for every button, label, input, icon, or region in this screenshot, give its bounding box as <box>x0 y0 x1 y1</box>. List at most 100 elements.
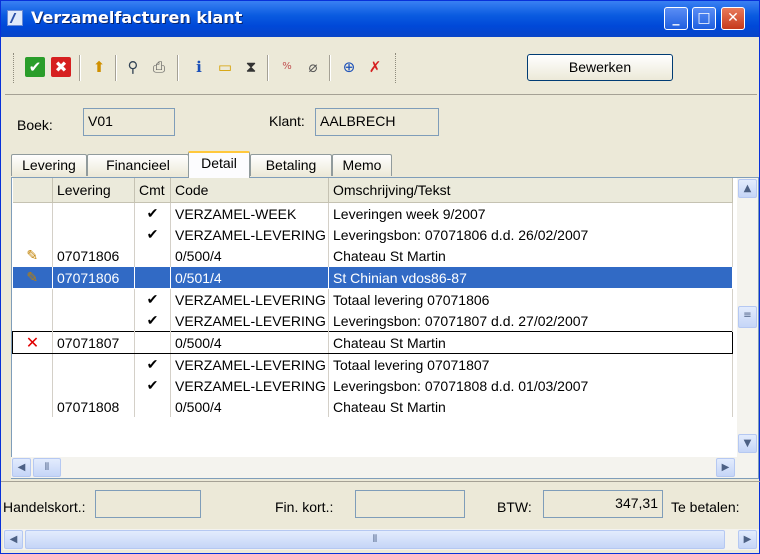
cmt-cell[interactable]: ✔ <box>134 310 171 332</box>
title-bar[interactable]: Verzamelfacturen klant _ □ ✕ <box>1 1 759 37</box>
omschrijving-cell[interactable]: Leveringsbon: 07071808 d.d. 01/03/2007 <box>328 375 733 396</box>
toolbar-separator <box>177 55 179 81</box>
table-row[interactable]: 07071808 0/500/4 Chateau St Martin <box>12 396 733 417</box>
code-cell[interactable]: 0/500/4 <box>170 245 329 267</box>
hscroll-thumb[interactable]: ⦀ <box>25 530 725 549</box>
levering-cell[interactable] <box>52 224 135 245</box>
cmt-cell[interactable]: ✔ <box>134 202 171 224</box>
col-code[interactable]: Code <box>170 178 329 203</box>
omschrijving-cell[interactable]: Chateau St Martin <box>328 245 733 267</box>
scroll-right-button[interactable]: ▶ <box>738 530 757 549</box>
cmt-cell[interactable]: ✔ <box>134 375 171 396</box>
levering-cell[interactable]: 07071808 <box>52 396 135 417</box>
export-icon[interactable]: ⬆ <box>89 57 109 77</box>
tab-memo[interactable]: Memo <box>332 154 392 176</box>
table-row[interactable]: ✎ 07071806 0/501/4 St Chinian vdos86-87 <box>12 266 733 289</box>
cancel-icon[interactable]: ✖ <box>51 57 71 77</box>
row-marker <box>12 202 53 224</box>
code-cell[interactable]: VERZAMEL-LEVERING <box>170 310 329 332</box>
code-cell[interactable]: 0/500/4 <box>170 396 329 417</box>
tab-financieel[interactable]: Financieel <box>87 154 189 176</box>
omschrijving-cell[interactable]: St Chinian vdos86-87 <box>328 266 733 289</box>
handelskort-field[interactable] <box>95 490 201 518</box>
levering-cell[interactable] <box>52 310 135 332</box>
hscroll-thumb[interactable]: ⦀ <box>33 458 61 477</box>
print-icon[interactable]: ⎙ <box>149 57 169 77</box>
delete-icon[interactable]: ✗ <box>365 57 385 77</box>
table-row[interactable]: ✔ VERZAMEL-LEVERING Totaal levering 070718… <box>12 353 733 375</box>
scroll-thumb[interactable]: ≡ <box>738 306 757 328</box>
code-cell[interactable]: 0/500/4 <box>170 331 329 354</box>
code-cell[interactable]: 0/501/4 <box>170 266 329 289</box>
tab-detail[interactable]: Detail <box>188 151 250 178</box>
minimize-button[interactable]: _ <box>664 7 688 30</box>
levering-cell[interactable] <box>52 202 135 224</box>
cmt-cell[interactable] <box>134 245 171 267</box>
table-row[interactable]: ✔ VERZAMEL-LEVERING Leveringsbon: 07071807… <box>12 310 733 332</box>
table-row[interactable]: ✎ 07071806 0/500/4 Chateau St Martin <box>12 245 733 267</box>
scroll-down-button[interactable]: ▼ <box>738 434 757 453</box>
code-cell[interactable]: VERZAMEL-LEVERING <box>170 288 329 310</box>
cmt-cell[interactable]: ✔ <box>134 353 171 375</box>
finkort-label: Fin. kort.: <box>275 499 334 515</box>
col-omschrijving[interactable]: Omschrijving/Tekst <box>328 178 733 203</box>
calculator-icon[interactable]: % <box>277 57 297 77</box>
window-horizontal-scrollbar[interactable]: ◀ ⦀ ▶ <box>3 529 759 550</box>
levering-cell[interactable]: 07071807 <box>52 331 135 354</box>
cmt-cell[interactable] <box>134 396 171 417</box>
table-row[interactable]: ✔ VERZAMEL-LEVERING Totaal levering 070718… <box>12 288 733 310</box>
folder-icon[interactable]: ▭ <box>215 57 235 77</box>
levering-cell[interactable]: 07071806 <box>52 266 135 289</box>
table-row[interactable]: ✔ VERZAMEL-LEVERING Leveringsbon: 07071806… <box>12 224 733 245</box>
omschrijving-cell[interactable]: Leveringsbon: 07071807 d.d. 27/02/2007 <box>328 310 733 332</box>
hourglass-icon[interactable]: ⧗ <box>241 57 261 77</box>
tab-betaling[interactable]: Betaling <box>250 154 332 176</box>
scroll-up-button[interactable]: ▲ <box>738 179 757 198</box>
info-icon[interactable]: ℹ <box>189 57 209 77</box>
boek-field[interactable]: V01 <box>83 108 175 136</box>
levering-cell[interactable] <box>52 375 135 396</box>
close-button[interactable]: ✕ <box>721 7 745 30</box>
levering-cell[interactable] <box>52 288 135 310</box>
vertical-scrollbar[interactable]: ▲ ≡ ▼ <box>737 178 758 478</box>
maximize-button[interactable]: □ <box>692 7 716 30</box>
table-row[interactable]: ✔ VERZAMEL-WEEK Leveringen week 9/2007 <box>12 202 733 224</box>
col-cmt[interactable]: Cmt <box>134 178 171 203</box>
toolbar-separator <box>79 55 81 81</box>
omschrijving-cell[interactable]: Totaal levering 07071807 <box>328 353 733 375</box>
levering-cell[interactable]: 07071806 <box>52 245 135 267</box>
klant-field[interactable]: AALBRECH <box>315 108 439 136</box>
row-marker <box>12 224 53 245</box>
search-icon[interactable]: ⚲ <box>123 57 143 77</box>
edit-button[interactable]: Bewerken <box>527 54 673 81</box>
omschrijving-cell[interactable]: Leveringen week 9/2007 <box>328 202 733 224</box>
scroll-left-button[interactable]: ◀ <box>4 530 23 549</box>
toolbar-grip[interactable] <box>13 53 17 83</box>
zoom-in-icon[interactable]: ⊕ <box>339 57 359 77</box>
code-cell[interactable]: VERZAMEL-WEEK <box>170 202 329 224</box>
cmt-cell[interactable]: ✔ <box>134 288 171 310</box>
btw-field[interactable]: 347,31 <box>543 490 663 518</box>
horizontal-scrollbar[interactable]: ◀ ⦀ ▶ <box>11 457 738 478</box>
col-levering[interactable]: Levering <box>52 178 135 203</box>
levering-cell[interactable] <box>52 353 135 375</box>
scroll-right-button[interactable]: ▶ <box>716 458 735 477</box>
omschrijving-cell[interactable]: Totaal levering 07071806 <box>328 288 733 310</box>
attach-icon[interactable]: ⌀ <box>303 57 323 77</box>
scroll-left-button[interactable]: ◀ <box>12 458 31 477</box>
code-cell[interactable]: VERZAMEL-LEVERING <box>170 353 329 375</box>
cmt-cell[interactable]: ✔ <box>134 224 171 245</box>
finkort-field[interactable] <box>355 490 465 518</box>
omschrijving-cell[interactable]: Chateau St Martin <box>328 331 733 354</box>
check-icon[interactable]: ✔ <box>25 57 45 77</box>
omschrijving-cell[interactable]: Chateau St Martin <box>328 396 733 417</box>
tab-levering[interactable]: Levering <box>11 154 87 176</box>
omschrijving-cell[interactable]: Leveringsbon: 07071806 d.d. 26/02/2007 <box>328 224 733 245</box>
toolbar-grip[interactable] <box>395 53 399 83</box>
cmt-cell[interactable] <box>134 266 171 289</box>
table-row[interactable]: ✕ 07071807 0/500/4 Chateau St Martin <box>12 331 733 354</box>
code-cell[interactable]: VERZAMEL-LEVERING <box>170 224 329 245</box>
code-cell[interactable]: VERZAMEL-LEVERING <box>170 375 329 396</box>
cmt-cell[interactable] <box>134 331 171 354</box>
table-row[interactable]: ✔ VERZAMEL-LEVERING Leveringsbon: 07071808… <box>12 375 733 396</box>
